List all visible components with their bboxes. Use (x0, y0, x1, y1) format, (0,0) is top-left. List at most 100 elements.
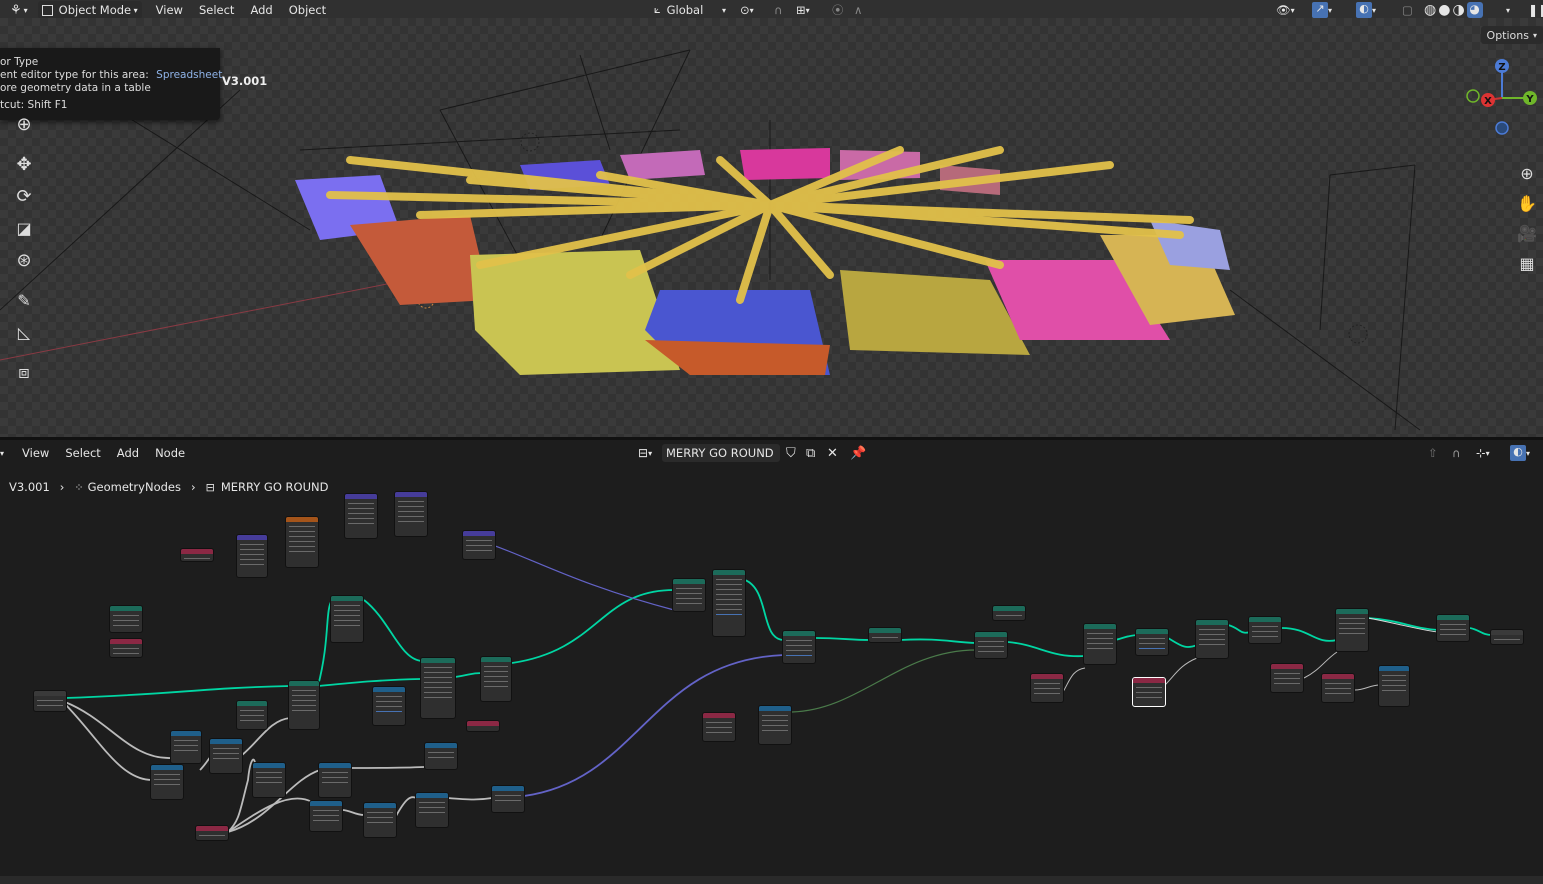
solid-shading-icon[interactable]: ● (1438, 2, 1450, 18)
graph-node[interactable] (868, 627, 902, 643)
graph-node[interactable] (309, 800, 343, 832)
graph-node[interactable] (992, 605, 1026, 621)
graph-node[interactable] (782, 630, 816, 664)
graph-node[interactable] (195, 825, 229, 841)
options-dropdown[interactable]: Options ▾ (1480, 26, 1543, 44)
graph-node[interactable] (1248, 616, 1282, 644)
rotate-tool[interactable]: ⟳ (6, 180, 42, 212)
graph-node[interactable] (466, 720, 500, 732)
snap-target-button[interactable]: ⊞ ▾ (792, 1, 814, 19)
menu-object[interactable]: Object (281, 0, 334, 20)
visibility-button[interactable]: 👁 ▾ (1272, 1, 1299, 19)
annotate-tool[interactable]: ✎ (6, 284, 42, 316)
graph-node[interactable] (372, 686, 406, 726)
graph-node[interactable] (1436, 614, 1470, 642)
graph-node[interactable] (712, 569, 746, 637)
graph-node-selected[interactable] (1132, 677, 1166, 707)
graph-node[interactable] (758, 705, 792, 745)
graph-node[interactable] (285, 516, 319, 568)
graph-node[interactable] (420, 657, 456, 719)
graph-node[interactable] (491, 785, 525, 813)
transform-tool[interactable]: ⊛ (6, 244, 42, 276)
chevron-down-icon[interactable]: ▾ (1506, 6, 1510, 15)
node-tree-icon: ⊟ (638, 446, 649, 460)
graph-node[interactable] (1321, 673, 1355, 703)
zoom-button[interactable]: ⊕ (1515, 158, 1539, 188)
graph-node[interactable] (170, 730, 202, 764)
snap-element-button[interactable]: ⊹ ▾ (1472, 444, 1494, 462)
graph-node[interactable] (180, 548, 214, 562)
rendered-shading-icon[interactable]: ◕ (1466, 2, 1483, 18)
graph-node[interactable] (462, 530, 496, 560)
xray-toggle[interactable]: ▢ (1398, 1, 1417, 19)
chevron-down-icon[interactable]: ▾ (0, 449, 4, 458)
graph-node[interactable] (109, 638, 143, 658)
graph-node[interactable] (480, 656, 512, 702)
node-menu-node[interactable]: Node (147, 443, 193, 463)
overlays-toggle[interactable]: ◐ ▾ (1352, 1, 1380, 19)
snap-icon[interactable]: ∩ (1452, 446, 1460, 460)
graph-node[interactable] (288, 680, 320, 730)
fake-user-icon[interactable]: ⛉ (786, 446, 796, 461)
transform-orientation-dropdown[interactable]: ⟀ Global ▾ (650, 1, 730, 19)
mode-dropdown[interactable]: Object Mode ▾ (37, 1, 142, 19)
menu-select[interactable]: Select (191, 0, 242, 20)
graph-node[interactable] (672, 578, 706, 612)
parent-node-tree-icon[interactable]: ⇧ (1428, 446, 1438, 460)
scale-tool[interactable]: ◪ (6, 212, 42, 244)
graph-node[interactable] (236, 534, 268, 578)
graph-node[interactable] (1135, 628, 1169, 656)
graph-node[interactable] (974, 631, 1008, 659)
node-tree-name-field[interactable]: MERRY GO ROUND (662, 444, 780, 462)
graph-node[interactable] (424, 742, 458, 770)
proportional-edit-toggle[interactable]: ⦿ (828, 1, 848, 19)
perspective-button[interactable]: ▦ (1515, 248, 1539, 278)
graph-node[interactable] (1270, 663, 1304, 693)
pan-button[interactable]: ✋ (1515, 188, 1539, 218)
graph-node[interactable] (1195, 619, 1229, 659)
graph-node[interactable] (1378, 665, 1410, 707)
navigation-gizmo[interactable]: Z Y X (1462, 54, 1542, 144)
graph-node[interactable] (236, 700, 268, 730)
graph-node[interactable] (109, 605, 143, 633)
graph-node[interactable] (1335, 608, 1369, 652)
graph-node[interactable] (252, 762, 286, 798)
graph-node[interactable] (33, 690, 67, 712)
node-overlays-toggle[interactable]: ◐ ▾ (1506, 444, 1534, 462)
snap-toggle[interactable]: ∩ (770, 1, 786, 19)
close-icon[interactable]: ✕ (827, 446, 838, 461)
falloff-button[interactable]: ∧ (850, 1, 866, 19)
pause-icon[interactable]: ❚❚ (1528, 3, 1543, 17)
graph-node[interactable] (394, 491, 428, 537)
3d-viewport[interactable]: or Type ent editor type for this area: S… (0, 18, 1543, 437)
graph-node[interactable] (150, 764, 184, 800)
menu-view[interactable]: View (148, 0, 191, 20)
gizmo-toggle[interactable]: ↗ ▾ (1308, 1, 1336, 19)
node-menu-view[interactable]: View (14, 443, 57, 463)
move-tool[interactable]: ✥ (6, 148, 42, 180)
cursor-tool[interactable]: ⊕ (6, 108, 42, 140)
camera-button[interactable]: 🎥 (1515, 218, 1539, 248)
graph-node[interactable] (415, 792, 449, 828)
material-shading-icon[interactable]: ◑ (1452, 2, 1464, 18)
graph-node[interactable] (1083, 623, 1117, 665)
graph-node[interactable] (1030, 673, 1064, 703)
node-menu-add[interactable]: Add (109, 443, 147, 463)
menu-add[interactable]: Add (242, 0, 280, 20)
graph-node[interactable] (318, 762, 352, 798)
duplicate-icon[interactable]: ⧉ (806, 446, 815, 461)
graph-node[interactable] (330, 595, 364, 643)
pin-icon[interactable]: 📌 (850, 446, 866, 461)
graph-node[interactable] (702, 712, 736, 742)
graph-node[interactable] (209, 738, 243, 774)
pivot-point-button[interactable]: ⊙ ▾ (736, 1, 758, 19)
wireframe-shading-icon[interactable]: ◍ (1424, 2, 1436, 18)
node-menu-select[interactable]: Select (57, 443, 108, 463)
graph-node[interactable] (344, 493, 378, 539)
graph-node[interactable] (1490, 629, 1524, 645)
add-cube-tool[interactable]: ⧈ (6, 356, 42, 388)
measure-tool[interactable]: ◺ (6, 316, 42, 348)
graph-node[interactable] (363, 802, 397, 838)
editor-type-button[interactable]: ⚘ ▾ (6, 1, 32, 19)
node-tree-browse-button[interactable]: ⊟ ▾ (634, 444, 656, 462)
